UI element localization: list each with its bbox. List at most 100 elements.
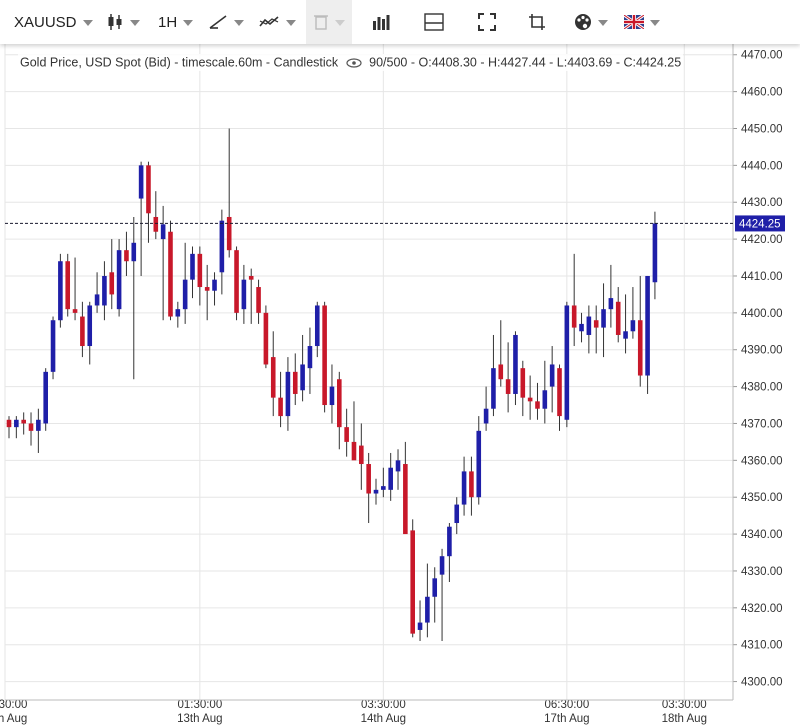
candle[interactable] (483, 386, 489, 431)
candle[interactable] (395, 449, 401, 490)
candle[interactable] (366, 452, 371, 524)
candle[interactable] (43, 368, 48, 431)
candle[interactable] (314, 301, 320, 358)
candle[interactable] (454, 497, 460, 535)
candle[interactable] (637, 275, 643, 387)
candle[interactable] (527, 375, 533, 420)
candle[interactable] (579, 312, 584, 343)
candle[interactable] (278, 371, 283, 428)
eye-icon[interactable] (346, 56, 362, 70)
candle[interactable] (307, 327, 313, 394)
candle[interactable] (72, 257, 78, 321)
candle[interactable] (373, 478, 379, 505)
candle[interactable] (182, 242, 188, 324)
candle[interactable] (322, 301, 327, 413)
candle[interactable] (285, 357, 291, 431)
candle[interactable] (87, 301, 93, 365)
candle[interactable] (344, 408, 349, 457)
candle[interactable] (608, 264, 614, 328)
candle[interactable] (50, 316, 56, 380)
candle[interactable] (425, 563, 430, 638)
candle[interactable] (439, 548, 445, 642)
candle[interactable] (645, 275, 650, 394)
candle[interactable] (300, 334, 305, 402)
candles-layer[interactable] (6, 128, 658, 642)
candle[interactable] (447, 523, 452, 583)
candle[interactable] (241, 264, 247, 324)
drawing-tools-selector[interactable] (208, 0, 244, 44)
candle[interactable] (102, 261, 107, 321)
indicators-selector[interactable] (258, 0, 296, 44)
candle[interactable] (410, 519, 415, 638)
delete-drawings-button[interactable] (306, 0, 352, 44)
candle[interactable] (469, 456, 474, 516)
symbol-selector[interactable]: XAUUSD (14, 0, 93, 44)
candle[interactable] (234, 246, 239, 321)
candle[interactable] (109, 239, 115, 310)
candle[interactable] (6, 416, 12, 439)
candle[interactable] (491, 334, 496, 417)
candle[interactable] (615, 287, 621, 343)
candle[interactable] (138, 161, 144, 276)
candle[interactable] (623, 294, 628, 354)
candle[interactable] (557, 364, 562, 431)
candle[interactable] (80, 301, 85, 358)
candle[interactable] (226, 128, 232, 258)
timeframe-selector[interactable]: 1H (158, 0, 194, 44)
candle[interactable] (535, 382, 540, 420)
candle[interactable] (381, 467, 386, 498)
candle[interactable] (28, 412, 34, 446)
candle[interactable] (520, 360, 526, 417)
candle[interactable] (403, 441, 408, 535)
candle[interactable] (36, 408, 41, 453)
candle[interactable] (153, 191, 159, 240)
candle[interactable] (204, 264, 210, 321)
volume-toggle-button[interactable] (372, 0, 390, 44)
candle[interactable] (168, 220, 173, 321)
candle[interactable] (248, 268, 254, 324)
candle[interactable] (549, 346, 555, 413)
candle[interactable] (498, 320, 504, 387)
candle[interactable] (212, 272, 217, 306)
fullscreen-button[interactable] (478, 0, 496, 44)
candle[interactable] (571, 253, 577, 347)
candle[interactable] (14, 416, 19, 439)
candle[interactable] (175, 301, 181, 328)
candle[interactable] (505, 342, 511, 413)
chart-type-selector[interactable] (106, 0, 140, 44)
candle[interactable] (146, 161, 151, 243)
candle[interactable] (219, 209, 225, 295)
candlestick-chart[interactable]: 4300.00 4310.00 4320.00 4330.00 4340.00 4350.… (0, 0, 800, 728)
candle[interactable] (601, 283, 606, 358)
candle[interactable] (263, 305, 269, 369)
candle-body-up (175, 309, 181, 317)
candle[interactable] (513, 331, 518, 406)
candle[interactable] (359, 423, 364, 490)
candle[interactable] (270, 331, 276, 417)
candle[interactable] (94, 272, 100, 313)
candle[interactable] (476, 416, 482, 505)
candle[interactable] (58, 253, 63, 328)
candle[interactable] (197, 246, 203, 306)
candle[interactable] (337, 371, 342, 450)
candle[interactable] (329, 364, 335, 424)
candle[interactable] (292, 353, 298, 406)
screenshot-button[interactable] (528, 0, 546, 44)
candle[interactable] (351, 401, 357, 461)
candle[interactable] (124, 231, 129, 276)
candle[interactable] (131, 216, 137, 380)
candle[interactable] (564, 301, 570, 428)
theme-selector[interactable] (574, 0, 608, 44)
candle[interactable] (417, 600, 423, 642)
candle[interactable] (65, 253, 71, 317)
candle[interactable] (256, 279, 261, 324)
candle[interactable] (432, 567, 438, 623)
candle[interactable] (542, 360, 548, 424)
candle[interactable] (652, 211, 658, 300)
candle[interactable] (461, 456, 467, 516)
language-selector[interactable] (624, 0, 660, 44)
candle[interactable] (21, 412, 26, 435)
candle[interactable] (116, 239, 122, 317)
layout-button[interactable] (424, 0, 444, 44)
candle[interactable] (190, 246, 195, 299)
